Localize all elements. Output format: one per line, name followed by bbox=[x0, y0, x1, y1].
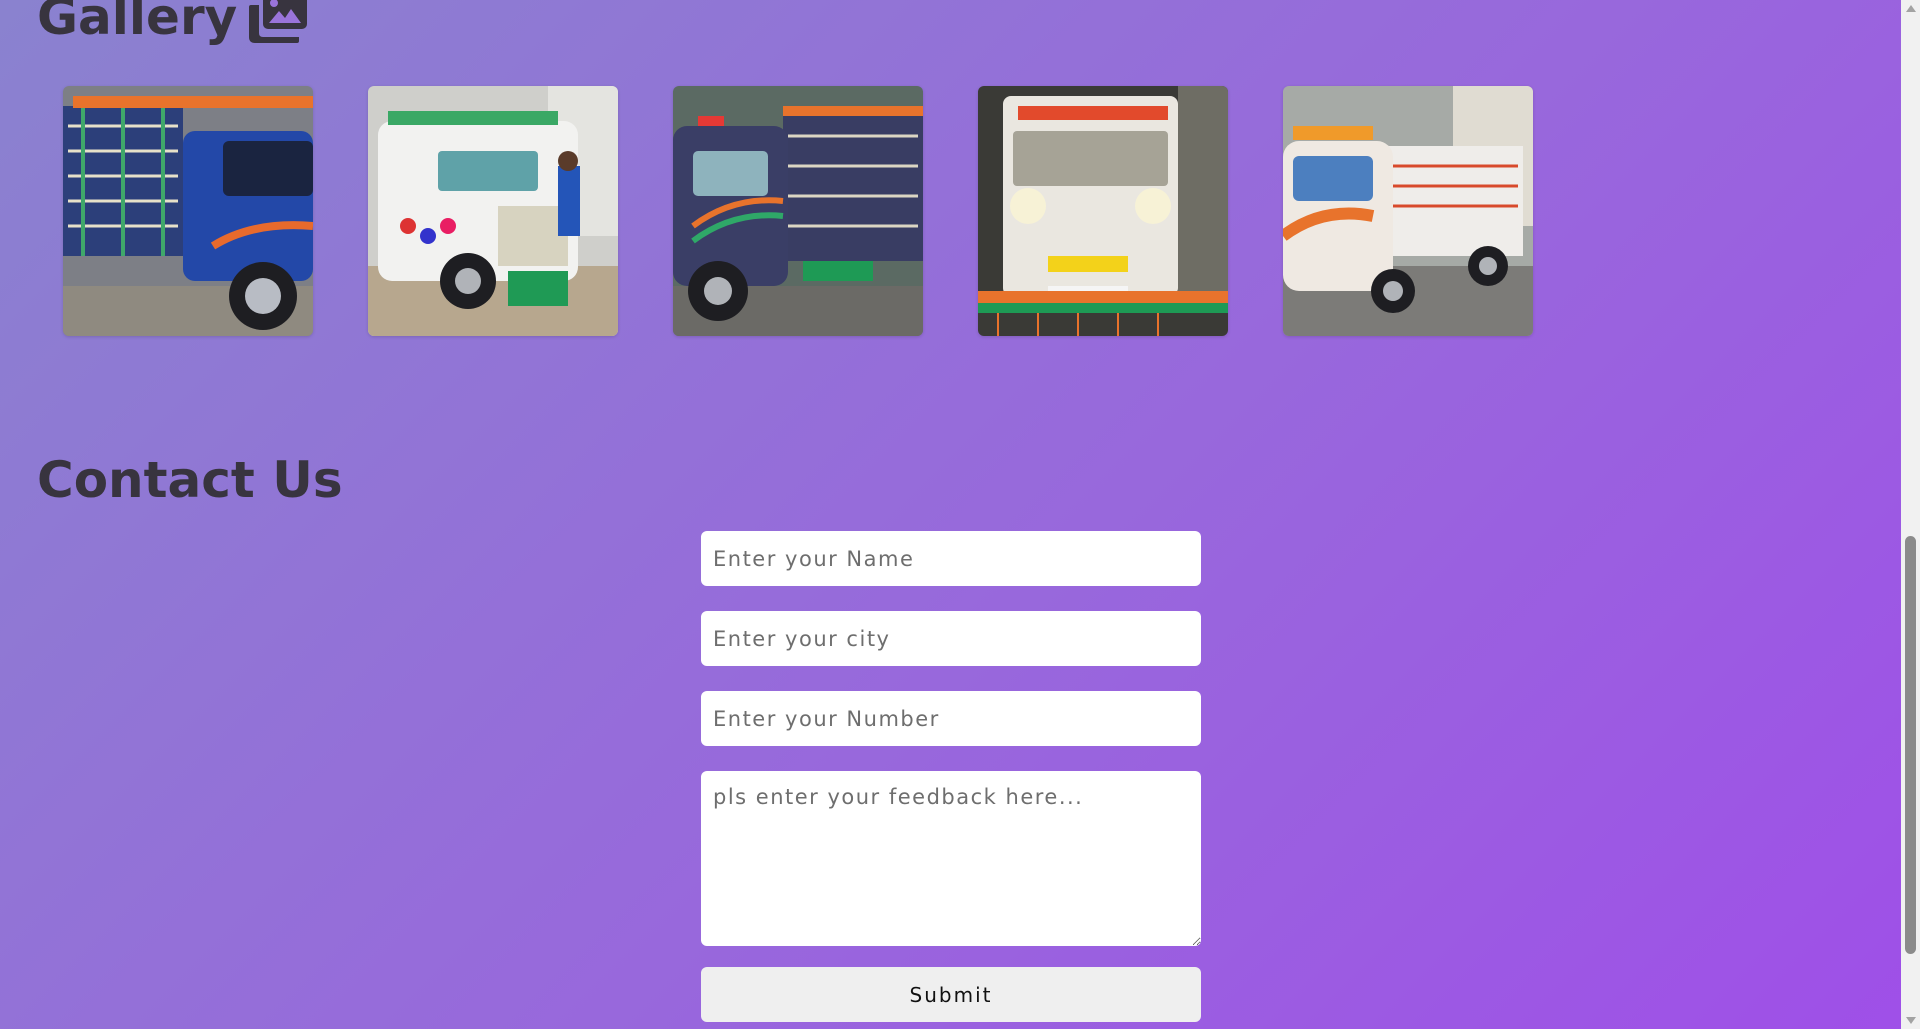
gallery-heading: Gallery bbox=[37, 0, 309, 46]
contact-form: Submit bbox=[701, 531, 1201, 1022]
gallery-image-3[interactable] bbox=[673, 86, 923, 336]
contact-title: Contact Us bbox=[37, 451, 343, 509]
feedback-textarea[interactable] bbox=[701, 771, 1201, 946]
page: Gallery Contact Us Enter your Name Enter… bbox=[0, 0, 1901, 1029]
gallery-grid bbox=[63, 86, 1533, 336]
gallery-image-1[interactable] bbox=[63, 86, 313, 336]
scroll-down-icon[interactable] bbox=[1906, 1017, 1916, 1024]
gallery-image-4[interactable] bbox=[978, 86, 1228, 336]
number-input[interactable] bbox=[701, 691, 1201, 746]
gallery-title: Gallery bbox=[37, 0, 238, 46]
submit-button[interactable]: Submit bbox=[701, 967, 1201, 1022]
images-icon bbox=[247, 0, 309, 43]
scroll-up-icon[interactable] bbox=[1906, 5, 1916, 12]
gallery-image-2[interactable] bbox=[368, 86, 618, 336]
name-input[interactable] bbox=[701, 531, 1201, 586]
gallery-image-5[interactable] bbox=[1283, 86, 1533, 336]
scrollbar-thumb[interactable] bbox=[1905, 536, 1916, 954]
city-input[interactable] bbox=[701, 611, 1201, 666]
page-scrollbar[interactable] bbox=[1901, 0, 1920, 1029]
